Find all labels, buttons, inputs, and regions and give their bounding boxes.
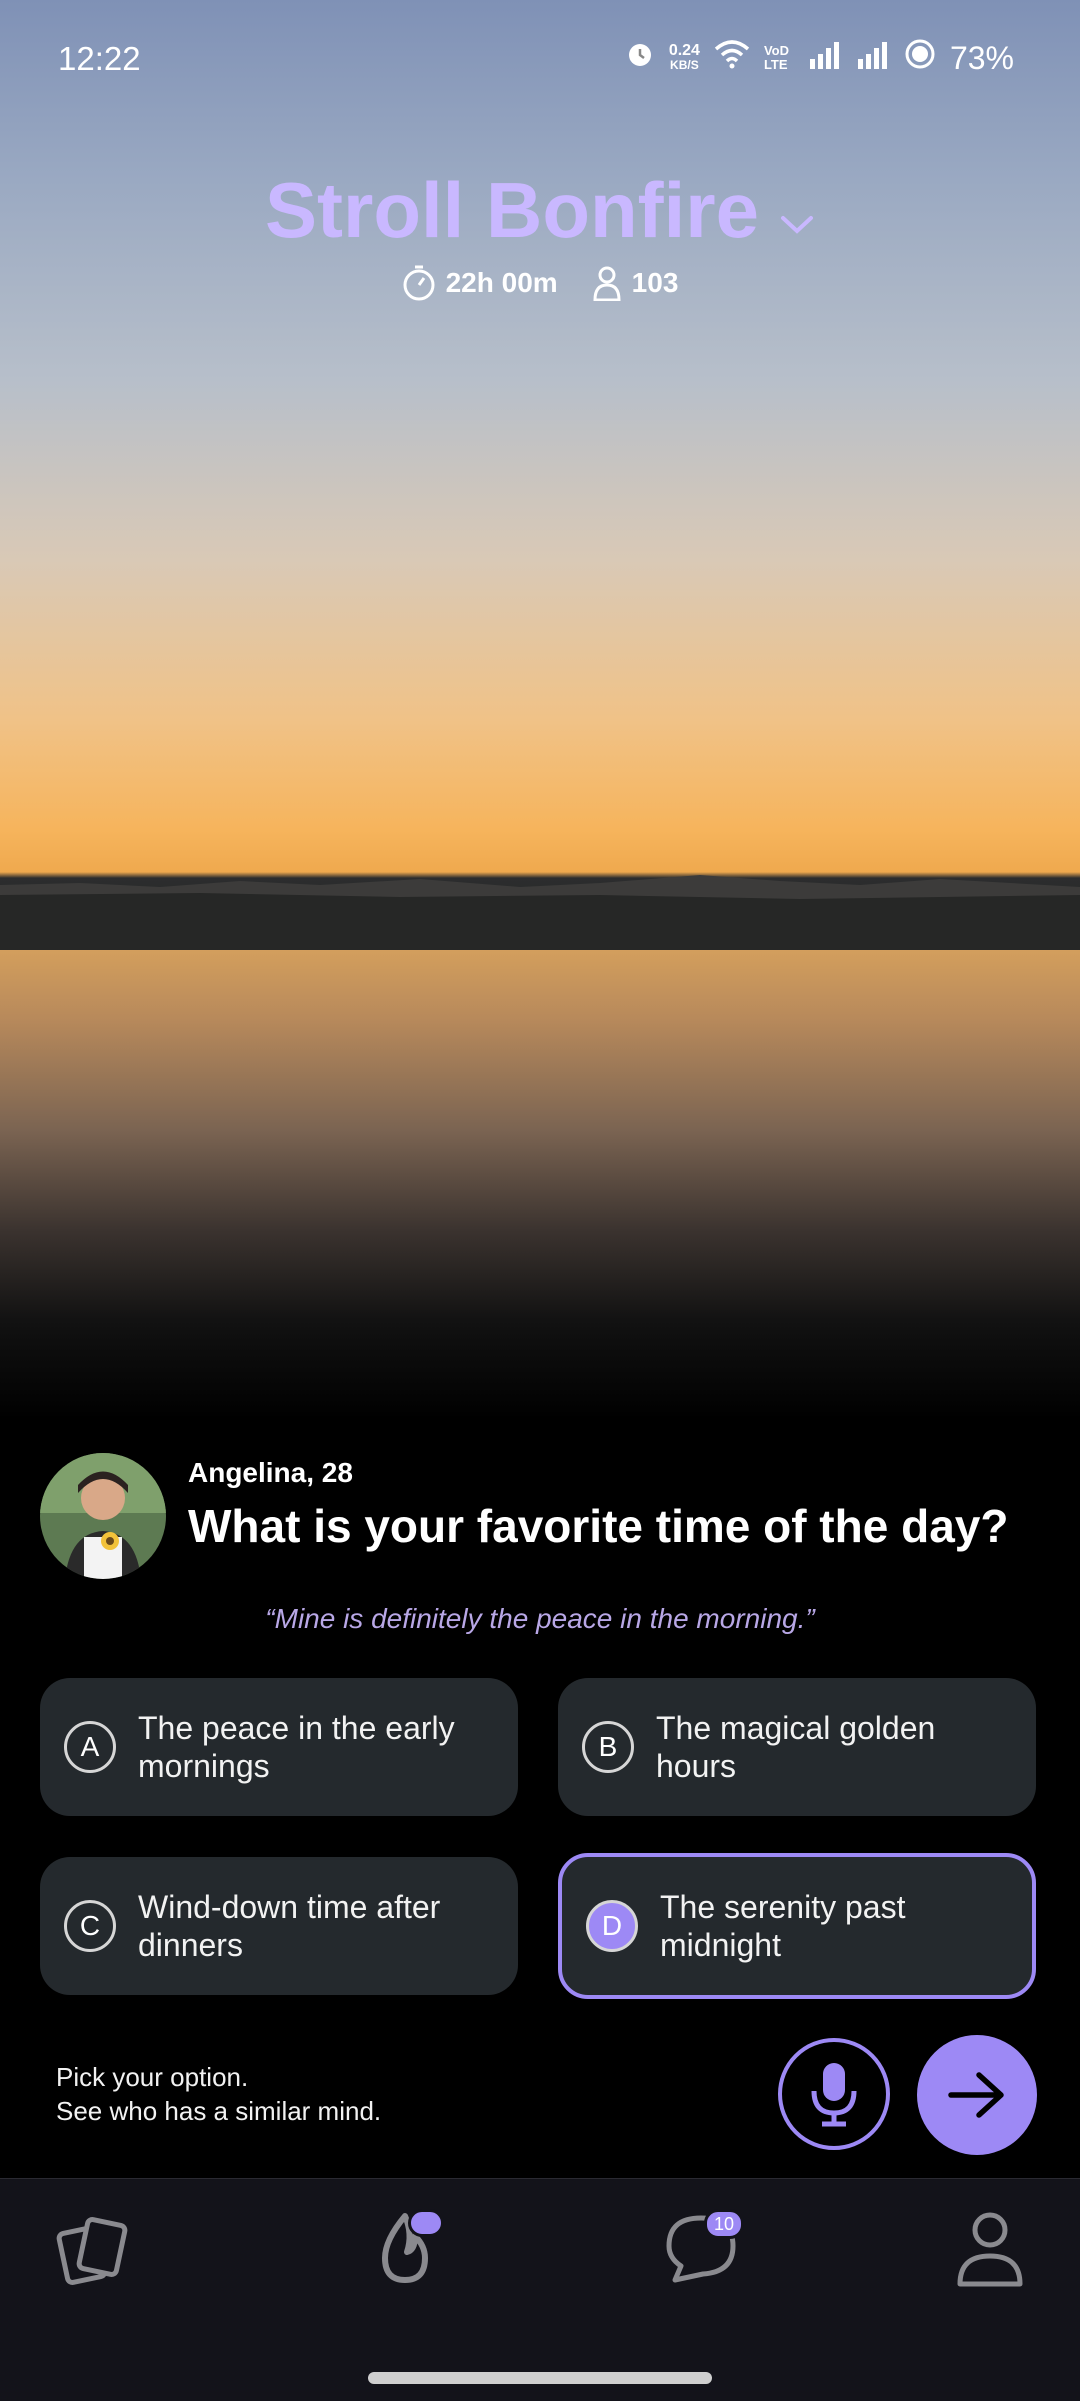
timer-value: 22h 00m [445, 267, 558, 298]
option-b[interactable]: B The magical golden hours [558, 1678, 1036, 1816]
avatar[interactable] [40, 1453, 166, 1579]
bonfire-badge [408, 2209, 444, 2237]
net-speed: 0.24 KB/S [669, 43, 700, 73]
participants: 103 [592, 264, 679, 302]
signal-icon-1 [808, 40, 842, 77]
room-title: Stroll Bonfire [264, 166, 759, 254]
volte-icon: VoD LTE [763, 43, 789, 72]
wifi-icon [714, 39, 750, 77]
next-button[interactable] [917, 2035, 1037, 2155]
status-bar: 12:22 0.24 KB/S VoD LTE 73% [0, 0, 1080, 120]
profile-icon [957, 2212, 1023, 2287]
nav-bonfire[interactable] [360, 2203, 450, 2293]
option-letter: D [586, 1900, 638, 1952]
net-speed-unit: KB/S [670, 58, 699, 72]
question-text: What is your favorite time of the day? [188, 1500, 1009, 1552]
author-quote: “Mine is definitely the peace in the mor… [265, 1603, 815, 1634]
option-letter: C [64, 1900, 116, 1952]
arrow-right-icon [948, 2072, 1004, 2118]
clock: 12:22 [58, 40, 141, 77]
voice-answer-button[interactable] [778, 2038, 890, 2150]
hills-silhouette [0, 875, 1080, 950]
person-icon [593, 266, 621, 301]
author-name: Angelina, 28 [188, 1457, 353, 1488]
chat-badge: 10 [704, 2209, 744, 2239]
room-selector[interactable]: Stroll Bonfire [265, 165, 815, 256]
hint-line-1: Pick your option. [56, 2062, 249, 2092]
bottom-navigation: 10 [0, 2178, 1080, 2401]
option-letter: A [64, 1721, 116, 1773]
chevron-down-icon [779, 165, 815, 256]
option-text: The serenity past midnight [660, 1889, 906, 1963]
option-d[interactable]: D The serenity past midnight [558, 1853, 1036, 1999]
alarm-icon [625, 39, 655, 77]
option-text: The magical golden hours [656, 1710, 936, 1784]
hint-line-2: See who has a similar mind. [56, 2096, 382, 2126]
participant-count: 103 [631, 267, 679, 298]
net-speed-value: 0.24 [668, 42, 700, 59]
status-icons: 0.24 KB/S VoD LTE 73% [625, 38, 1014, 78]
nav-cards[interactable] [48, 2203, 138, 2293]
room-header: Stroll Bonfire 22h 00m 103 [0, 165, 1080, 302]
signal-icon-2 [856, 40, 890, 77]
option-c[interactable]: C Wind-down time after dinners [40, 1857, 518, 1995]
option-letter: B [582, 1721, 634, 1773]
microphone-icon [811, 2063, 857, 2127]
option-text: The peace in the early mornings [138, 1710, 455, 1784]
home-indicator[interactable] [368, 2372, 712, 2384]
cards-icon [56, 2217, 128, 2285]
hint-text: Pick your option. See who has a similar … [56, 2060, 381, 2128]
option-text: Wind-down time after dinners [138, 1889, 441, 1963]
option-a[interactable]: A The peace in the early mornings [40, 1678, 518, 1816]
stopwatch-icon [403, 265, 435, 301]
battery-icon [904, 38, 936, 78]
nav-profile[interactable] [945, 2203, 1035, 2293]
nav-chats[interactable]: 10 [656, 2203, 746, 2293]
battery-level: 73% [949, 39, 1014, 76]
room-meta: 22h 00m 103 [0, 264, 1080, 302]
timer: 22h 00m [402, 264, 558, 302]
